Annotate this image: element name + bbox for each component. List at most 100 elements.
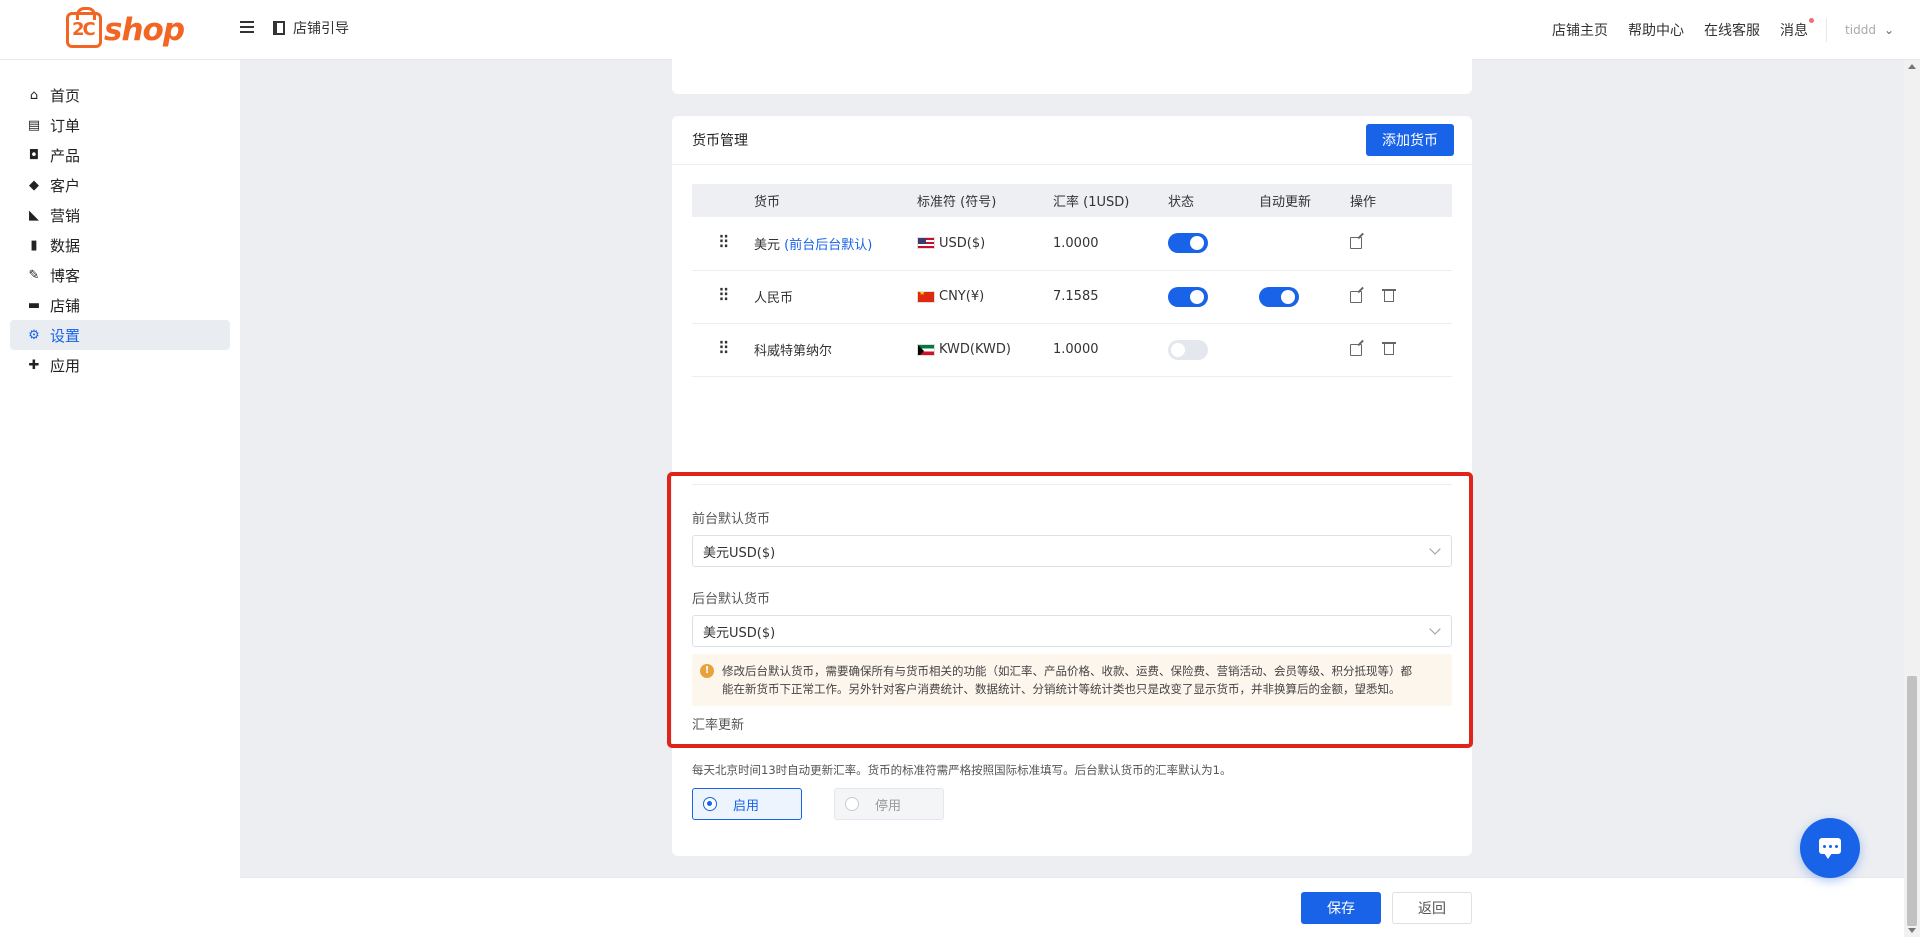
trash-icon[interactable] bbox=[1382, 342, 1396, 355]
exchange-rate: 1.0000 bbox=[1053, 217, 1168, 271]
tag-icon: ◣ bbox=[29, 207, 39, 223]
kw-flag-icon bbox=[917, 343, 935, 356]
bar-chart-icon: ▮ bbox=[30, 237, 38, 253]
help-center-link[interactable]: 帮助中心 bbox=[1628, 20, 1684, 40]
online-service-link[interactable]: 在线客服 bbox=[1704, 20, 1760, 40]
sidebar-item-customers[interactable]: ◆ 客户 bbox=[10, 170, 230, 200]
scrollbar-thumb[interactable] bbox=[1907, 676, 1917, 926]
sidebar-item-store[interactable]: ▬ 店铺 bbox=[10, 290, 230, 320]
logo[interactable]: 2C shop bbox=[66, 7, 185, 52]
chevron-down-icon bbox=[1429, 543, 1441, 555]
clipboard-icon: ▤ bbox=[27, 117, 41, 133]
radio-checked-icon bbox=[703, 797, 717, 811]
table-row: ⠿ 美元 (前台后台默认) USD($) 1.0000 bbox=[692, 217, 1452, 271]
radio-unchecked-icon bbox=[845, 797, 859, 811]
sidebar-item-marketing[interactable]: ◣ 营销 bbox=[10, 200, 230, 230]
auto-update-cell bbox=[1259, 217, 1350, 271]
store-guide-label: 店铺引导 bbox=[293, 21, 349, 37]
chevron-down-icon bbox=[1429, 623, 1441, 635]
sidebar-item-data[interactable]: ▮ 数据 bbox=[10, 230, 230, 260]
scroll-down-arrow-icon[interactable] bbox=[1908, 928, 1916, 933]
sidebar-item-apps[interactable]: ✚ 应用 bbox=[10, 350, 230, 380]
trash-icon[interactable] bbox=[1382, 289, 1396, 302]
scrollbar[interactable] bbox=[1904, 60, 1920, 937]
divider bbox=[692, 484, 1452, 485]
sidebar-item-orders[interactable]: ▤ 订单 bbox=[10, 110, 230, 140]
sidebar-item-label: 博客 bbox=[50, 266, 81, 285]
top-header: 2C shop 店铺引导 店铺主页 帮助中心 在线客服 消息 tiddd ⌄ bbox=[0, 0, 1920, 60]
table-row: ⠿ 科威特第纳尔 KWD(KWD) 1.0000 bbox=[692, 323, 1452, 377]
currency-name: 科威特第纳尔 bbox=[754, 344, 833, 359]
column-header-currency: 货币 bbox=[754, 184, 917, 217]
previous-section-card bbox=[672, 52, 1472, 94]
notice-line-1: 修改后台默认货币，需要确保所有与货币相关的功能（如汇率、产品价格、收款、运费、保… bbox=[722, 664, 1412, 678]
messages-link[interactable]: 消息 bbox=[1780, 18, 1815, 40]
status-toggle[interactable] bbox=[1168, 286, 1208, 307]
save-button[interactable]: 保存 bbox=[1301, 892, 1381, 924]
drag-handle-icon[interactable]: ⠿ bbox=[718, 287, 730, 305]
sidebar-item-blog[interactable]: ✎ 博客 bbox=[10, 260, 230, 290]
column-header-auto-update: 自动更新 bbox=[1259, 184, 1350, 217]
column-header-rate: 汇率 (1USD) bbox=[1053, 184, 1168, 217]
auto-update-title: 汇率更新 bbox=[692, 718, 745, 733]
user-menu[interactable]: tiddd ⌄ bbox=[1845, 23, 1894, 37]
sidebar-item-label: 产品 bbox=[50, 146, 81, 165]
store-guide-link[interactable]: 店铺引导 bbox=[273, 18, 349, 38]
currency-management-card: 货币管理 添加货币 货币 标准符 (符号) 汇率 (1USD) 状态 自动更新 … bbox=[672, 116, 1472, 856]
cn-flag-icon bbox=[917, 290, 935, 303]
front-default-currency-value: 美元USD($) bbox=[703, 545, 776, 561]
chat-button[interactable] bbox=[1800, 818, 1860, 878]
logo-bag-icon: 2C bbox=[66, 7, 102, 48]
back-default-currency-select[interactable]: 美元USD($) bbox=[692, 615, 1452, 647]
warning-notice: ! 修改后台默认货币，需要确保所有与货币相关的功能（如汇率、产品价格、收款、运费… bbox=[692, 654, 1452, 706]
back-default-currency-value: 美元USD($) bbox=[703, 625, 776, 641]
gear-icon: ⚙ bbox=[28, 327, 40, 343]
status-toggle[interactable] bbox=[1168, 339, 1208, 360]
notice-line-2: 能在新货币下正常工作。另外针对客户消费统计、数据统计、分销统计等统计类也只是改变… bbox=[722, 682, 1401, 696]
edit-icon: ✎ bbox=[28, 267, 40, 283]
currency-name: 人民币 bbox=[754, 291, 794, 306]
logo-text: shop bbox=[104, 12, 185, 48]
footer-bar: 保存 返回 bbox=[240, 877, 1904, 937]
currency-code: CNY(¥) bbox=[939, 289, 985, 304]
sidebar-item-label: 应用 bbox=[50, 356, 81, 375]
chevron-down-icon: ⌄ bbox=[1883, 23, 1894, 37]
sidebar-item-label: 设置 bbox=[50, 326, 81, 345]
section-title: 货币管理 bbox=[692, 133, 748, 149]
sidebar-item-label: 首页 bbox=[50, 86, 81, 105]
enable-radio-label: 启用 bbox=[733, 798, 760, 814]
column-header-actions: 操作 bbox=[1350, 184, 1452, 217]
sidebar-item-home[interactable]: ⌂ 首页 bbox=[10, 80, 230, 110]
status-toggle[interactable] bbox=[1168, 233, 1208, 254]
currency-name: 美元 bbox=[754, 237, 781, 253]
drag-column-header bbox=[692, 184, 754, 217]
edit-icon[interactable] bbox=[1350, 343, 1362, 356]
table-header-row: 货币 标准符 (符号) 汇率 (1USD) 状态 自动更新 操作 bbox=[692, 184, 1452, 217]
auto-update-cell bbox=[1259, 323, 1350, 377]
exchange-rate: 1.0000 bbox=[1053, 323, 1168, 377]
scroll-up-arrow-icon[interactable] bbox=[1908, 64, 1916, 69]
add-currency-button[interactable]: 添加货币 bbox=[1366, 124, 1454, 156]
front-default-currency-label: 前台默认货币 bbox=[692, 512, 771, 527]
back-button[interactable]: 返回 bbox=[1392, 892, 1472, 924]
drag-handle-icon[interactable]: ⠿ bbox=[718, 340, 730, 358]
store-icon: ▬ bbox=[27, 297, 41, 313]
store-home-link[interactable]: 店铺主页 bbox=[1552, 20, 1608, 40]
drag-handle-icon[interactable]: ⠿ bbox=[718, 233, 730, 252]
disable-radio[interactable]: 停用 bbox=[834, 788, 944, 820]
sidebar-item-products[interactable]: ◘ 产品 bbox=[10, 140, 230, 170]
edit-icon[interactable] bbox=[1350, 237, 1362, 250]
enable-radio[interactable]: 启用 bbox=[692, 788, 802, 820]
sidebar: ⌂ 首页 ▤ 订单 ◘ 产品 ◆ 客户 ◣ 营销 ▮ 数据 ✎ 博客 ▬ 店铺 ⚙ 设置 ✚ 应用 bbox=[0, 60, 240, 937]
edit-icon[interactable] bbox=[1350, 290, 1362, 303]
sidebar-item-settings[interactable]: ⚙ 设置 bbox=[10, 320, 230, 350]
front-default-currency-select[interactable]: 美元USD($) bbox=[692, 535, 1452, 567]
bag-icon: ◘ bbox=[28, 147, 40, 163]
sidebar-item-label: 数据 bbox=[50, 236, 81, 255]
auto-update-toggle[interactable] bbox=[1259, 286, 1299, 307]
menu-toggle-icon[interactable] bbox=[240, 21, 254, 35]
auto-update-description: 每天北京时间13时自动更新汇率。货币的标准符需严格按照国际标准填写。后台默认货币… bbox=[692, 763, 1232, 777]
puzzle-icon: ✚ bbox=[28, 357, 40, 373]
sidebar-item-label: 营销 bbox=[50, 206, 81, 225]
unread-dot bbox=[1809, 18, 1815, 23]
